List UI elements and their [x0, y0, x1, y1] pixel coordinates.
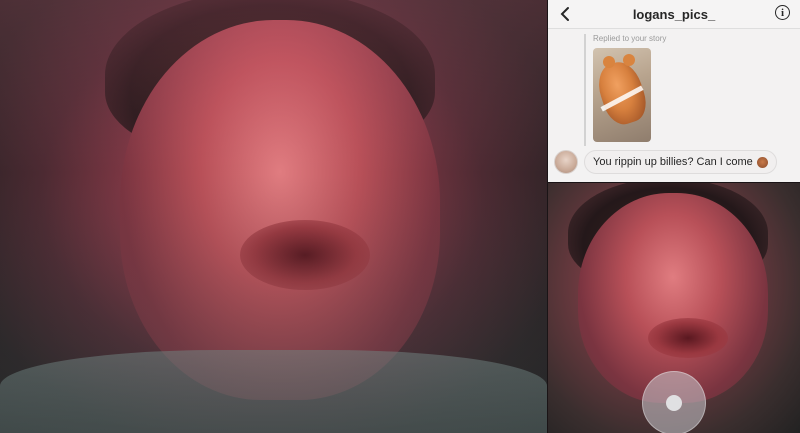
video-haze	[0, 0, 547, 433]
message-row: You rippin up billies? Can I come	[554, 150, 777, 174]
record-button-icon	[666, 395, 682, 411]
teddy-bear-image	[593, 57, 651, 129]
dm-panel: logans_pics_ i Replied to your story You…	[548, 0, 800, 182]
emoji-icon	[756, 156, 768, 168]
info-icon[interactable]: i	[775, 5, 790, 20]
message-text: You rippin up billies? Can I come	[593, 156, 753, 168]
self-camera-preview	[548, 183, 800, 433]
bear-ear	[623, 54, 635, 66]
chevron-left-icon[interactable]	[556, 4, 574, 24]
record-button[interactable]	[642, 371, 706, 433]
main-video-feed	[0, 0, 547, 433]
avatar[interactable]	[554, 150, 578, 174]
story-thumbnail[interactable]	[593, 48, 651, 142]
story-reply: Replied to your story	[584, 34, 666, 146]
dm-header: logans_pics_ i	[548, 0, 800, 29]
conversation-username[interactable]: logans_pics_	[548, 7, 800, 22]
reply-label: Replied to your story	[593, 34, 667, 43]
self-mouth	[648, 318, 728, 358]
message-bubble[interactable]: You rippin up billies? Can I come	[584, 150, 777, 174]
bear-ear	[603, 56, 615, 68]
